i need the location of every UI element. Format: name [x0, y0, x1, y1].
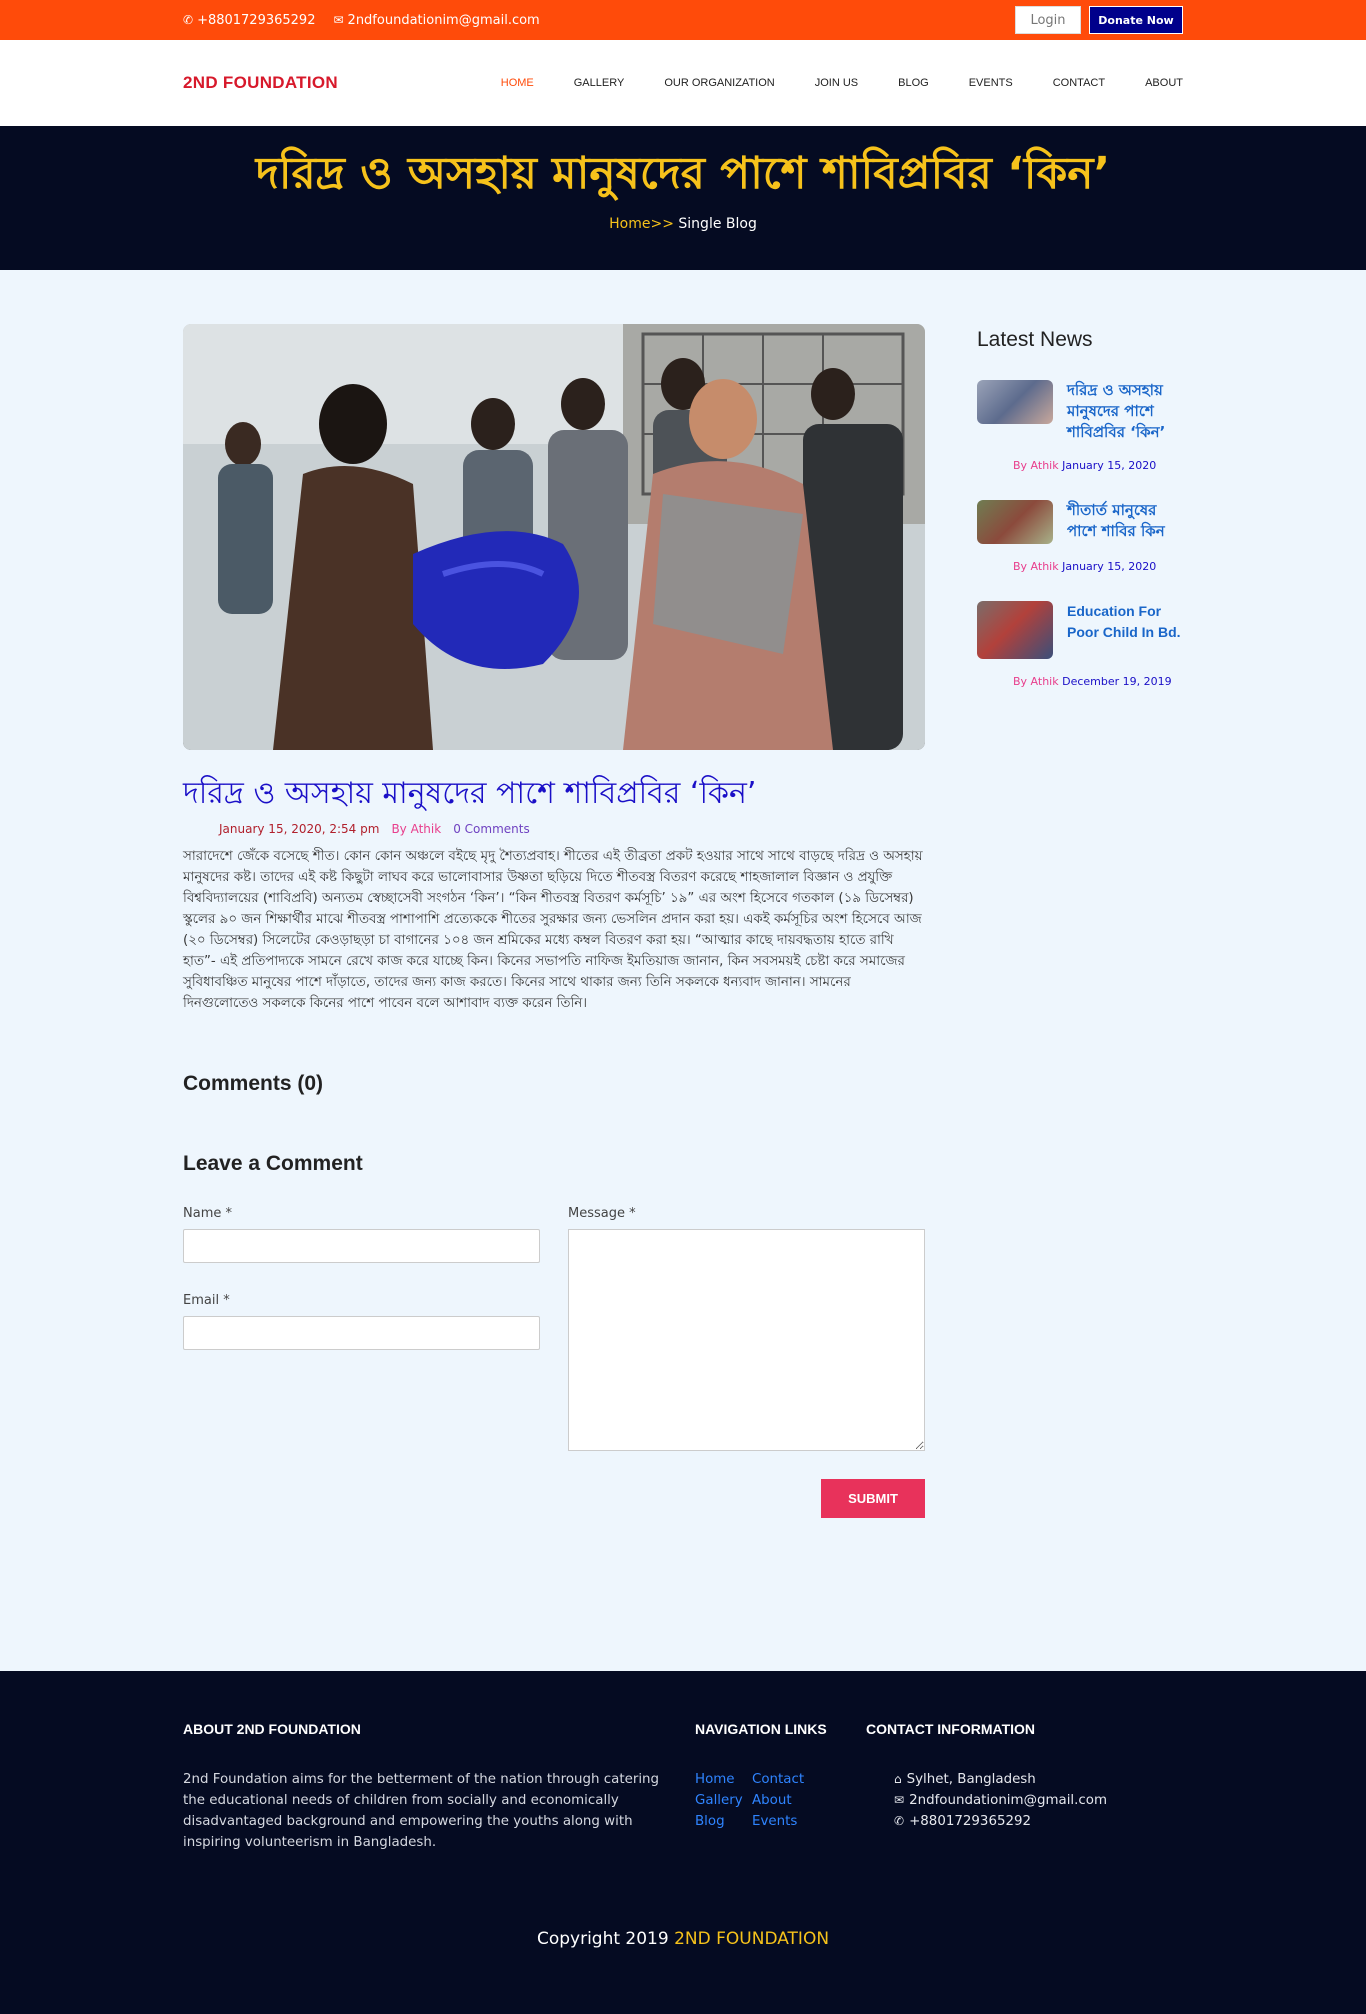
nav-our-organization[interactable]: OUR ORGANIZATION: [644, 77, 794, 89]
name-label: Name *: [183, 1206, 232, 1221]
blog-content: দরিদ্র ও অসহায় মানুষদের পাশে শাবিপ্রবির…: [183, 324, 925, 1518]
comments-title: Comments (0): [183, 1072, 324, 1095]
news-author[interactable]: By Athik: [1013, 675, 1059, 688]
login-button[interactable]: Login: [1015, 6, 1081, 34]
news-meta: By Athik January 15, 2020: [977, 459, 1183, 472]
top-phone: ✆ +8801729365292: [183, 13, 315, 28]
leave-comment-title: Leave a Comment: [183, 1152, 363, 1175]
breadcrumb-current: Single Blog: [673, 216, 757, 232]
page-hero: দরিদ্র ও অসহায় মানুষদের পাশে শাবিপ্রবির…: [0, 126, 1366, 270]
nav-blog[interactable]: BLOG: [878, 77, 949, 89]
news-author[interactable]: By Athik: [1013, 459, 1059, 472]
footer-link-gallery[interactable]: Gallery: [695, 1790, 752, 1811]
envelope-icon: ✉: [333, 13, 344, 27]
footer-nav-title: NAVIGATION LINKS: [695, 1721, 827, 1737]
news-title[interactable]: Education For Poor Child In Bd.: [1067, 601, 1183, 659]
footer-link-contact[interactable]: Contact: [752, 1769, 812, 1790]
news-thumbnail[interactable]: [977, 500, 1053, 544]
news-title[interactable]: শীতার্ত মানুষের পাশে শাবির কিন: [1067, 500, 1183, 544]
news-thumbnail[interactable]: [977, 601, 1053, 659]
footer-contact-info: ⌂ Sylhet, Bangladesh ✉ 2ndfoundationim@gma…: [866, 1769, 1166, 1832]
nav-join-us[interactable]: JOIN US: [795, 77, 878, 89]
footer-link-about[interactable]: About: [752, 1790, 812, 1811]
top-bar: ✆ +8801729365292 ✉ 2ndfoundationim@gmail…: [0, 0, 1366, 40]
post-meta: January 15, 2020, 2:54 pm By Athik 0 Com…: [183, 822, 925, 836]
featured-photo: [183, 324, 925, 750]
footer-phone: +8801729365292: [909, 1814, 1032, 1829]
footer-nav-links: Home Contact Gallery About Blog Events: [695, 1769, 866, 1832]
footer-address: Sylhet, Bangladesh: [906, 1772, 1036, 1787]
latest-news-title: Latest News: [977, 328, 1093, 351]
name-field[interactable]: [183, 1229, 540, 1263]
nav-gallery[interactable]: GALLERY: [554, 77, 645, 89]
post-title: দরিদ্র ও অসহায় মানুষদের পাশে শাবিপ্রবির…: [183, 776, 757, 811]
post-comment-count[interactable]: 0 Comments: [453, 822, 530, 836]
main-navbar: 2ND FOUNDATION HOME GALLERY OUR ORGANIZA…: [0, 40, 1366, 126]
comment-form: Name * Email * Message *: [183, 1206, 925, 1455]
news-item[interactable]: শীতার্ত মানুষের পাশে শাবির কিন By Athik …: [977, 500, 1183, 573]
breadcrumb: Home>> Single Blog: [0, 216, 1366, 232]
phone-icon: ✆: [894, 1814, 905, 1828]
breadcrumb-home[interactable]: Home>>: [609, 216, 674, 232]
email-field[interactable]: [183, 1316, 540, 1350]
copyright-text: Copyright 2019: [536, 1929, 675, 1949]
site-footer: ABOUT 2ND FOUNDATION 2nd Foundation aims…: [0, 1671, 1366, 2014]
footer-email: 2ndfoundationim@gmail.com: [909, 1793, 1108, 1808]
news-thumbnail[interactable]: [977, 380, 1053, 424]
main-section: দরিদ্র ও অসহায় মানুষদের পাশে শাবিপ্রবির…: [0, 270, 1366, 1671]
news-item[interactable]: দরিদ্র ও অসহায় মানুষদের পাশে শাবিপ্রবির…: [977, 380, 1183, 472]
footer-about-text: 2nd Foundation aims for the betterment o…: [183, 1772, 660, 1850]
top-contact: ✆ +8801729365292 ✉ 2ndfoundationim@gmail…: [183, 13, 540, 28]
news-meta: By Athik January 15, 2020: [977, 560, 1183, 573]
nav-home[interactable]: HOME: [481, 77, 554, 89]
phone-icon: ✆: [183, 13, 194, 27]
sidebar: Latest News দরিদ্র ও অসহায় মানুষদের পাশ…: [977, 324, 1183, 1518]
top-email-text: 2ndfoundationim@gmail.com: [347, 12, 540, 28]
message-label: Message *: [568, 1206, 636, 1221]
news-meta: By Athik December 19, 2019: [977, 675, 1183, 688]
email-label: Email *: [183, 1293, 230, 1308]
top-phone-text: +8801729365292: [197, 12, 316, 28]
site-logo[interactable]: 2ND FOUNDATION: [183, 73, 338, 93]
post-body: সারাদেশে জেঁকে বসেছে শীত। কোন কোন অঞ্চলে…: [183, 849, 923, 1011]
copyright-brand[interactable]: 2ND FOUNDATION: [674, 1929, 829, 1949]
footer-link-events[interactable]: Events: [752, 1811, 812, 1832]
footer-contact-title: CONTACT INFORMATION: [866, 1721, 1036, 1737]
home-icon: ⌂: [894, 1772, 902, 1786]
envelope-icon: ✉: [894, 1793, 905, 1807]
footer-link-blog[interactable]: Blog: [695, 1811, 752, 1832]
nav-contact[interactable]: CONTACT: [1033, 77, 1125, 89]
footer-link-home[interactable]: Home: [695, 1769, 752, 1790]
news-date: January 15, 2020: [1058, 459, 1157, 472]
nav-about[interactable]: ABOUT: [1125, 77, 1183, 89]
page-title: দরিদ্র ও অসহায় মানুষদের পাশে শাবিপ্রবির…: [255, 148, 1111, 199]
submit-button[interactable]: SUBMIT: [821, 1479, 925, 1518]
nav-events[interactable]: EVENTS: [949, 77, 1033, 89]
news-title[interactable]: দরিদ্র ও অসহায় মানুষদের পাশে শাবিপ্রবির…: [1067, 380, 1183, 443]
post-author[interactable]: By Athik: [391, 822, 441, 836]
message-field[interactable]: [568, 1229, 925, 1451]
top-email: ✉ 2ndfoundationim@gmail.com: [333, 13, 539, 28]
news-date: January 15, 2020: [1058, 560, 1157, 573]
post-date: January 15, 2020, 2:54 pm: [219, 822, 380, 836]
news-date: December 19, 2019: [1058, 675, 1172, 688]
footer-about-title: ABOUT 2ND FOUNDATION: [183, 1721, 361, 1737]
news-author[interactable]: By Athik: [1013, 560, 1059, 573]
copyright: Copyright 2019 2ND FOUNDATION: [183, 1929, 1183, 1949]
donate-button[interactable]: Donate Now: [1089, 6, 1183, 34]
news-item[interactable]: Education For Poor Child In Bd. By Athik…: [977, 601, 1183, 688]
featured-image: [183, 324, 925, 750]
main-menu: HOME GALLERY OUR ORGANIZATION JOIN US BL…: [481, 77, 1183, 89]
